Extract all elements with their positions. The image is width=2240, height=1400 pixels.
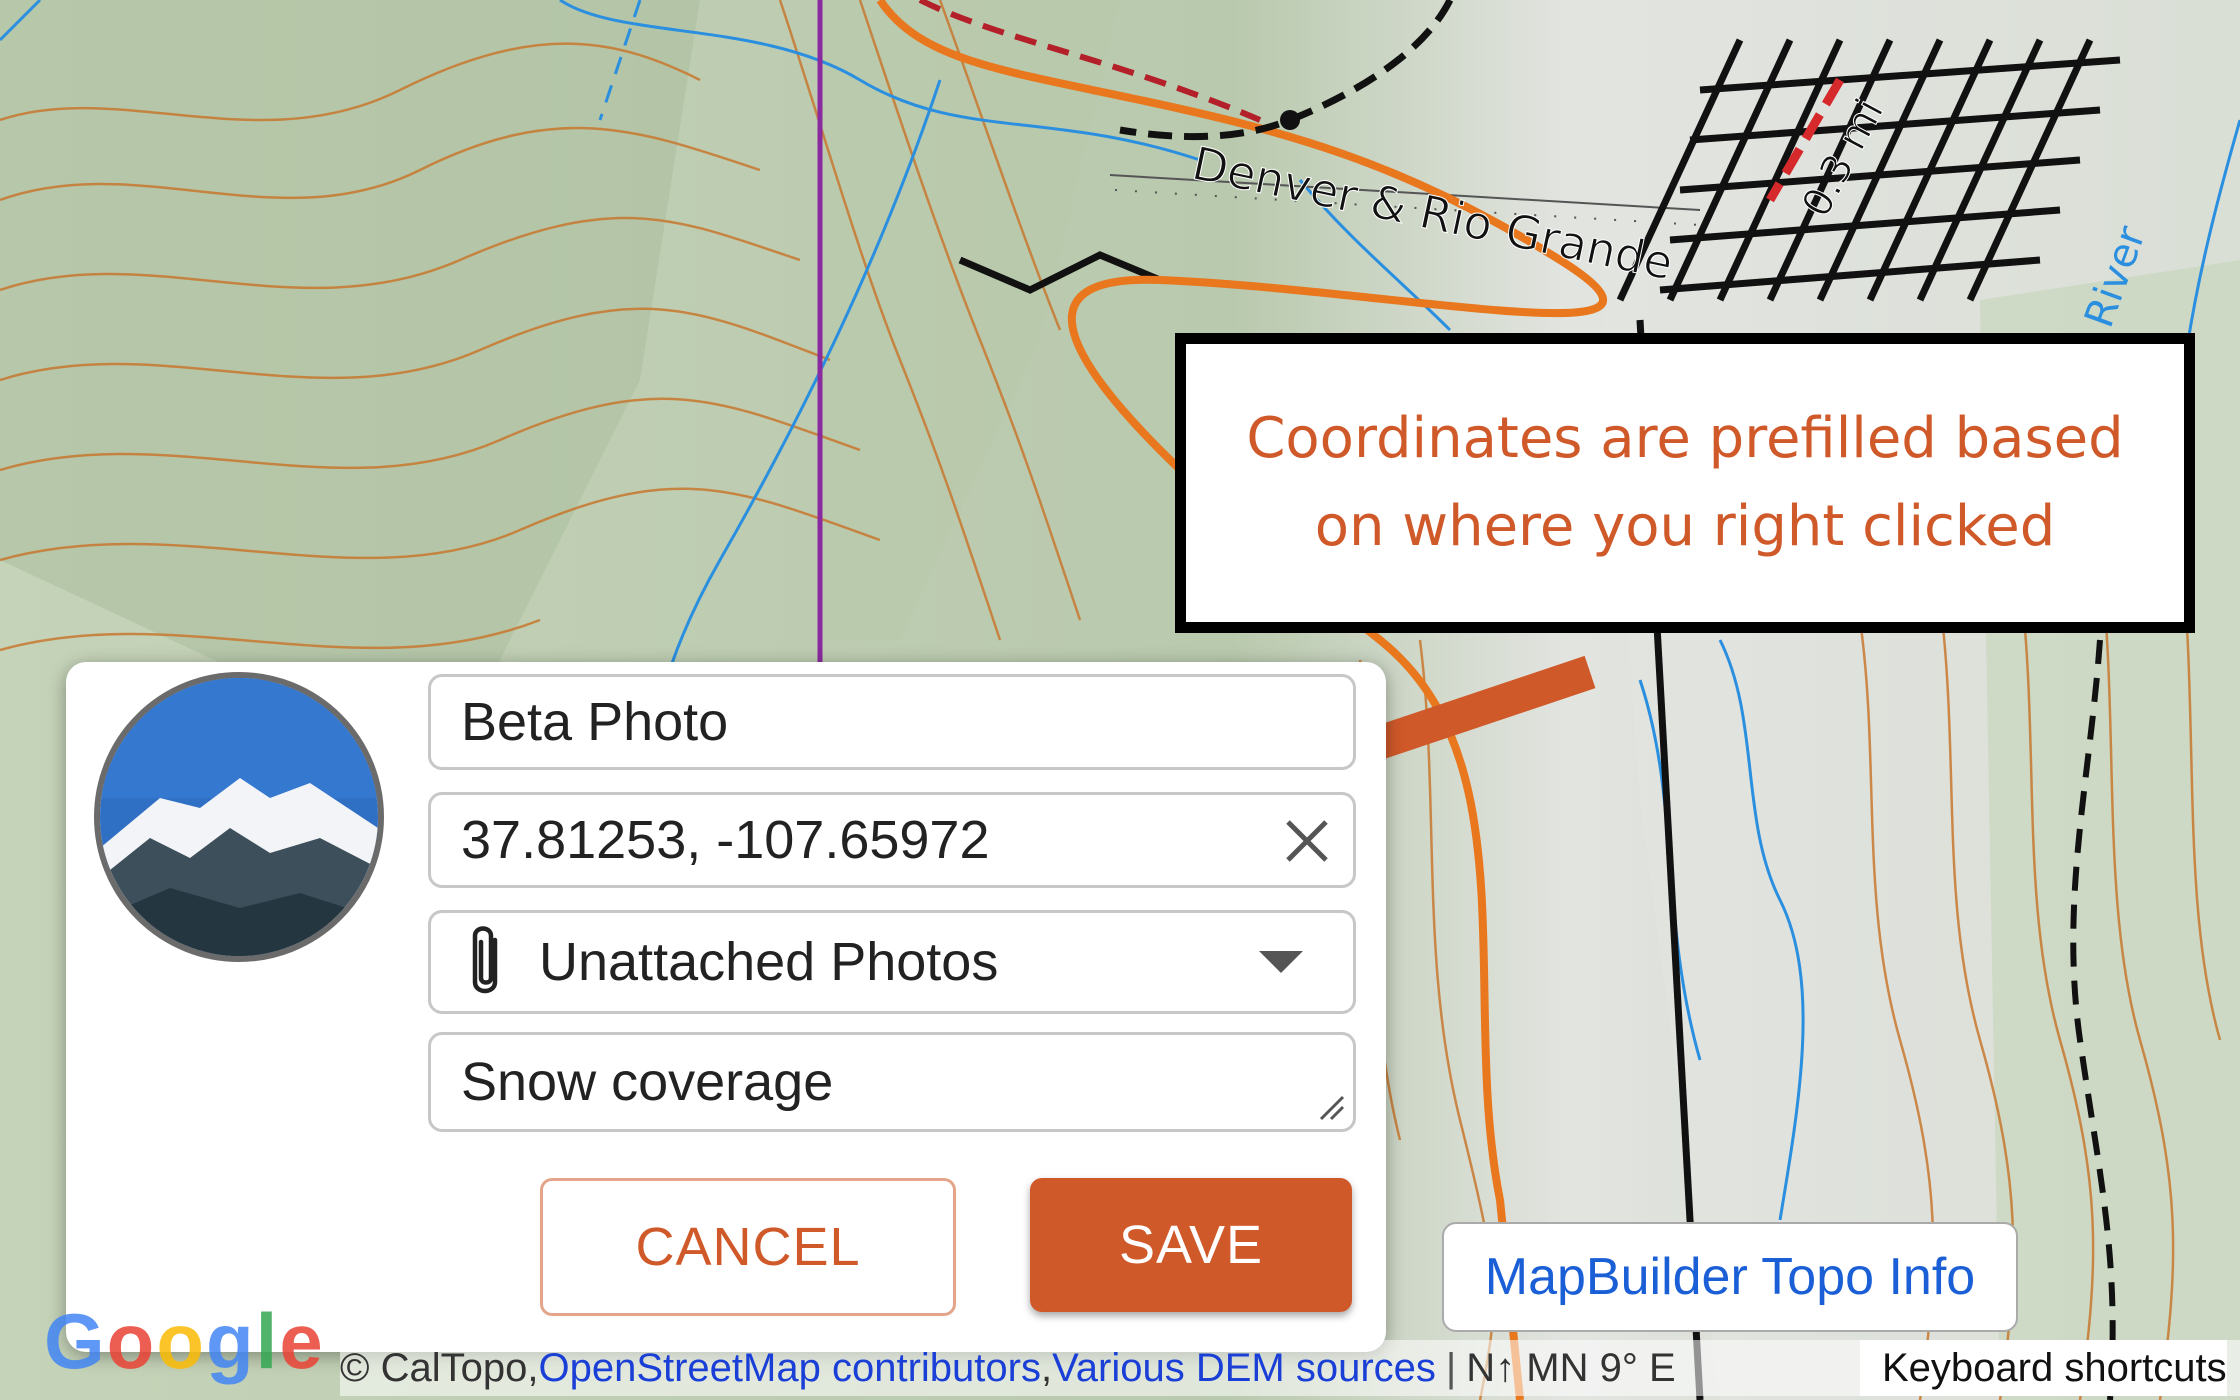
notes-textarea[interactable]: Snow coverage xyxy=(431,1052,1353,1112)
google-logo: Google xyxy=(44,1297,325,1385)
attribution-prefix: © CalTopo, xyxy=(340,1345,539,1390)
photo-thumbnail[interactable] xyxy=(94,672,384,962)
mountain-photo xyxy=(100,678,378,956)
coordinates-field[interactable] xyxy=(428,792,1356,888)
mapbuilder-topo-info-button[interactable]: MapBuilder Topo Info xyxy=(1442,1222,2018,1332)
marker-title-input[interactable] xyxy=(431,691,1353,753)
dem-sources-link[interactable]: Various DEM sources xyxy=(1052,1346,1436,1391)
declination-indicator: N↑ MN 9° E xyxy=(1466,1345,1676,1390)
resize-grip-icon[interactable] xyxy=(1315,1091,1345,1121)
callout-text: Coordinates are prefilled based on where… xyxy=(1246,406,2124,559)
folder-selected-value: Unattached Photos xyxy=(539,932,999,992)
attribution-separator: , xyxy=(1040,1345,1053,1390)
folder-select[interactable]: Unattached Photos xyxy=(428,910,1356,1014)
notes-field[interactable]: Snow coverage xyxy=(428,1032,1356,1132)
chevron-down-icon xyxy=(1259,951,1303,973)
clear-coordinates-button[interactable] xyxy=(1279,813,1335,869)
coordinates-input[interactable] xyxy=(431,809,1353,871)
marker-title-field[interactable] xyxy=(428,674,1356,770)
attribution-divider: | xyxy=(1445,1345,1457,1390)
photo-marker-dialog: Unattached Photos Snow coverage CANCEL S… xyxy=(66,662,1386,1352)
paperclip-icon xyxy=(461,922,521,1002)
tutorial-callout: Coordinates are prefilled based on where… xyxy=(1175,333,2195,633)
cancel-button[interactable]: CANCEL xyxy=(540,1178,956,1316)
save-button[interactable]: SAVE xyxy=(1030,1178,1352,1312)
osm-link[interactable]: OpenStreetMap contributors xyxy=(538,1346,1040,1391)
close-icon xyxy=(1286,820,1328,862)
keyboard-shortcuts-link[interactable]: Keyboard shortcuts xyxy=(1860,1340,2227,1396)
